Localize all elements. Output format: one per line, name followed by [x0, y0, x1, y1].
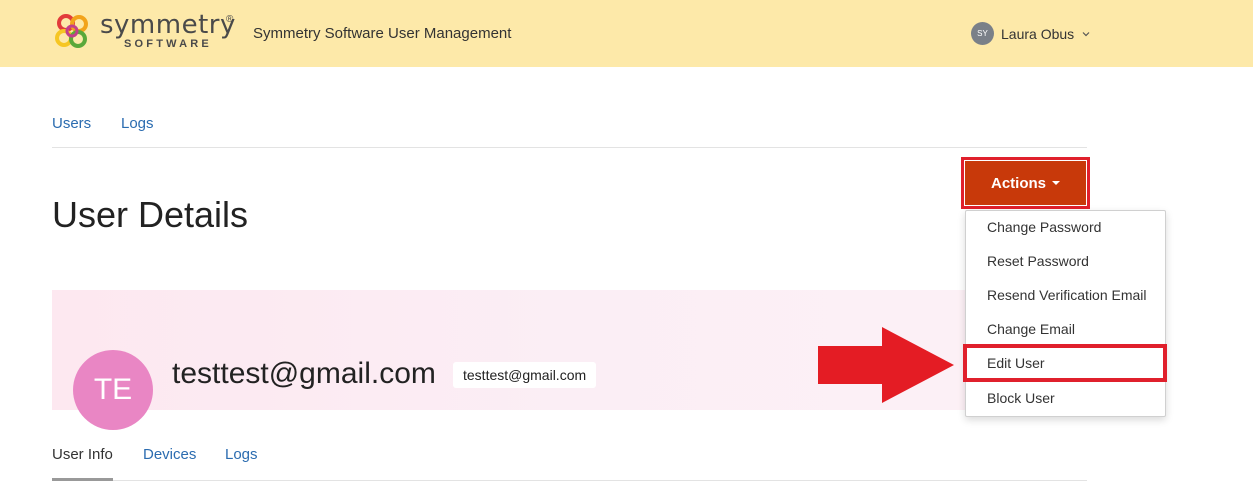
menu-item-change-password[interactable]: Change Password: [987, 219, 1101, 235]
tab-devices[interactable]: Devices: [143, 446, 196, 463]
tab-logs[interactable]: Logs: [225, 446, 258, 463]
menu-item-block-user[interactable]: Block User: [987, 390, 1055, 406]
brand-subtitle: SOFTWARE: [124, 38, 212, 50]
user-avatar: SY: [971, 22, 994, 45]
email-chip: testtest@gmail.com: [453, 362, 597, 388]
edit-user-highlight-box: [963, 344, 1167, 382]
brand-registered-mark: ®: [226, 14, 234, 25]
user-name: Laura Obus: [1001, 25, 1075, 42]
profile-display-name: testtest@gmail.com: [172, 357, 436, 390]
tab-user-info[interactable]: User Info: [52, 446, 113, 463]
symmetry-logo-icon[interactable]: [52, 12, 92, 52]
nav-users-link[interactable]: Users: [52, 115, 91, 132]
actions-dropdown-menu: Change Password Reset Password Resend Ve…: [965, 210, 1166, 417]
menu-item-resend-verification-email[interactable]: Resend Verification Email: [987, 287, 1147, 303]
user-menu[interactable]: SY Laura Obus: [971, 22, 1091, 45]
profile-avatar: TE: [73, 350, 153, 430]
app-title: Symmetry Software User Management: [253, 25, 512, 42]
brand-name: symmetry: [100, 10, 236, 40]
actions-button-label: Actions: [990, 174, 1046, 192]
menu-item-change-email[interactable]: Change Email: [987, 321, 1075, 337]
nav-logs-link[interactable]: Logs: [121, 115, 154, 132]
chevron-down-icon: [1082, 31, 1090, 36]
top-header: symmetry ® SOFTWARE Symmetry Software Us…: [0, 0, 1253, 67]
active-tab-indicator: [52, 478, 113, 481]
nav-divider: [52, 147, 1087, 148]
arrow-right-icon: [818, 327, 954, 403]
tabs-divider: [52, 480, 1087, 481]
caret-down-icon: [1052, 181, 1060, 185]
menu-item-reset-password[interactable]: Reset Password: [987, 253, 1089, 269]
page-title: User Details: [52, 194, 249, 235]
actions-button[interactable]: Actions: [965, 161, 1086, 205]
